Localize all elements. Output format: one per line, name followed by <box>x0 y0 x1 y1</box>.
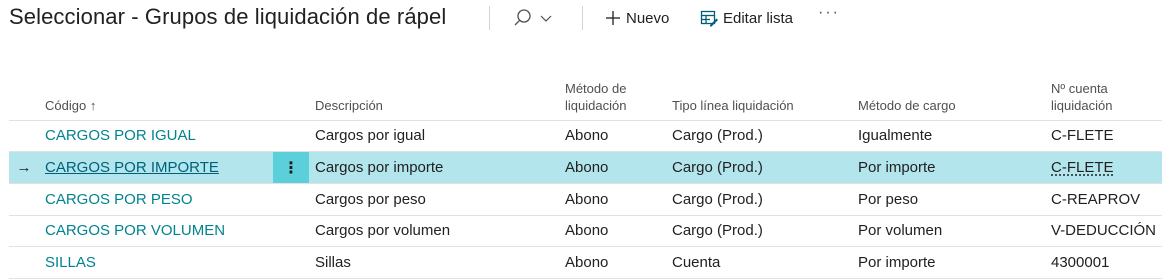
row-selector[interactable] <box>9 215 39 247</box>
new-button[interactable]: Nuevo <box>604 6 669 30</box>
row-code-link[interactable]: SILLAS <box>45 254 96 271</box>
edit-list-icon <box>700 10 718 27</box>
row-cuenta: C-FLETE <box>1045 120 1162 152</box>
row-cargo: Por peso <box>852 183 1045 216</box>
row-cuenta: V-DEDUCCIÓN <box>1045 215 1162 247</box>
sort-ascending-icon: ↑ <box>89 97 97 113</box>
row-selector[interactable] <box>9 120 39 152</box>
more-options-button[interactable]: ··· <box>818 4 840 22</box>
row-cuenta: C-REAPROV <box>1045 183 1162 216</box>
row-descripcion: Cargos por peso <box>309 183 559 216</box>
selected-row-arrow-icon: → <box>9 151 39 184</box>
row-metodo: Abono <box>559 183 666 216</box>
row-selector[interactable] <box>9 183 39 216</box>
search-button[interactable] <box>512 6 558 30</box>
new-button-label: Nuevo <box>626 9 670 27</box>
divider <box>489 6 490 30</box>
table-row-selected[interactable]: → CARGOS POR IMPORTE ⋮ Cargos por import… <box>9 151 1162 184</box>
row-code-link[interactable]: CARGOS POR IGUAL <box>45 127 196 144</box>
row-actions-menu-button[interactable]: ⋮ <box>273 152 309 183</box>
row-descripcion: Cargos por volumen <box>309 215 559 247</box>
row-cargo: Igualmente <box>852 120 1045 152</box>
table-row[interactable]: CARGOS POR VOLUMEN Cargos por volumen Ab… <box>9 215 1162 247</box>
row-cuenta-link[interactable]: C-FLETE <box>1051 159 1114 176</box>
row-tipo: Cargo (Prod.) <box>666 183 852 216</box>
row-tipo: Cargo (Prod.) <box>666 151 852 184</box>
column-header-cuenta[interactable]: Nº cuenta liquidación <box>1045 72 1162 121</box>
column-header-select <box>9 72 39 121</box>
row-descripcion: Sillas <box>309 246 559 279</box>
row-code-link[interactable]: CARGOS POR IMPORTE <box>45 159 219 176</box>
edit-list-label: Editar lista <box>723 9 794 27</box>
divider <box>582 6 583 30</box>
plus-icon <box>606 11 620 25</box>
row-tipo: Cargo (Prod.) <box>666 215 852 247</box>
row-tipo: Cuenta <box>666 246 852 279</box>
row-metodo: Abono <box>559 151 666 184</box>
table-row[interactable]: CARGOS POR PESO Cargos por peso Abono Ca… <box>9 183 1162 216</box>
edit-list-button[interactable]: Editar lista <box>700 6 793 30</box>
rebate-groups-table: Código ↑ Descripción Método de liquidació… <box>9 72 1162 279</box>
row-selector[interactable] <box>9 246 39 279</box>
chevron-down-icon <box>540 15 552 22</box>
row-descripcion: Cargos por igual <box>309 120 559 152</box>
row-cargo: Por importe <box>852 246 1045 279</box>
row-code-link[interactable]: CARGOS POR VOLUMEN <box>45 222 225 239</box>
table-row[interactable]: CARGOS POR IGUAL Cargos por igual Abono … <box>9 120 1162 152</box>
row-code-link[interactable]: CARGOS POR PESO <box>45 191 193 208</box>
row-cuenta: 4300001 <box>1045 246 1162 279</box>
row-tipo: Cargo (Prod.) <box>666 120 852 152</box>
table-header-row: Código ↑ Descripción Método de liquidació… <box>9 72 1162 121</box>
column-header-descripcion[interactable]: Descripción <box>309 72 559 121</box>
row-metodo: Abono <box>559 215 666 247</box>
column-header-metodo-cargo[interactable]: Método de cargo <box>852 72 1045 121</box>
column-header-metodo-liquidacion[interactable]: Método de liquidación <box>559 72 666 121</box>
row-metodo: Abono <box>559 246 666 279</box>
column-header-codigo[interactable]: Código ↑ <box>39 72 309 121</box>
column-header-tipo-linea[interactable]: Tipo línea liquidación <box>666 72 852 121</box>
table-row[interactable]: SILLAS Sillas Abono Cuenta Por importe 4… <box>9 246 1162 279</box>
search-icon <box>514 9 531 26</box>
row-descripcion: Cargos por importe <box>309 151 559 184</box>
page-title: Seleccionar - Grupos de liquidación de r… <box>9 4 447 29</box>
action-bar: Seleccionar - Grupos de liquidación de r… <box>0 0 1162 38</box>
row-cargo: Por importe <box>852 151 1045 184</box>
row-metodo: Abono <box>559 120 666 152</box>
row-cargo: Por volumen <box>852 215 1045 247</box>
